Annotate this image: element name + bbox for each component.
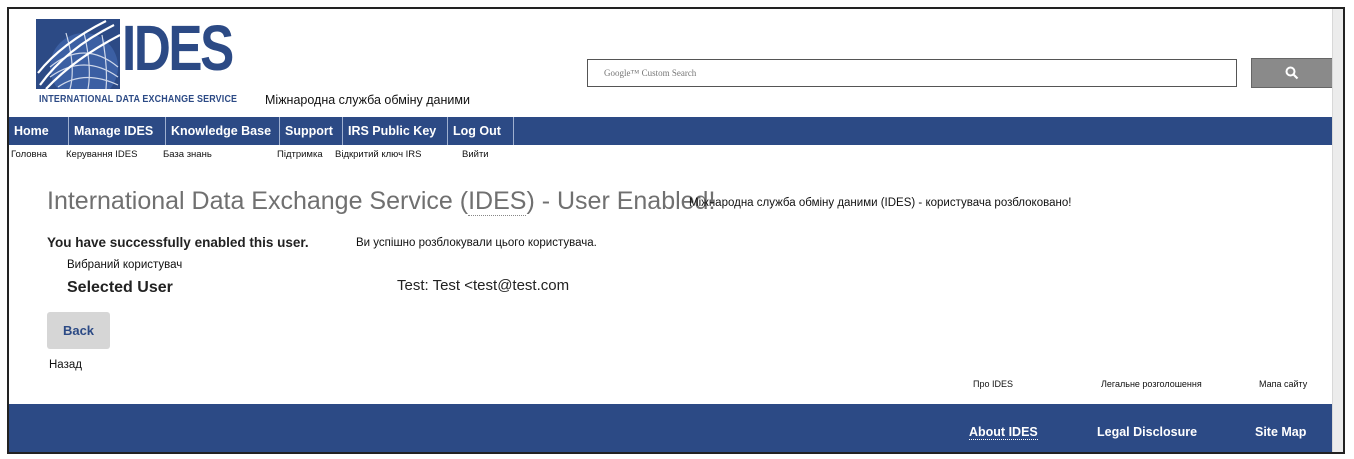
page-title-suffix: ) - User Enabled!	[526, 187, 716, 215]
success-message: You have successfully enabled this user.	[47, 235, 309, 250]
nav-irs-public-key-translation: Відкритий ключ IRS	[335, 149, 422, 160]
selected-user-label: Selected User	[67, 279, 173, 296]
nav-manage-ides-translation: Керування IDES	[66, 149, 138, 160]
browser-frame: IDES INTERNATIONAL DATA EXCHANGE SERVICE…	[7, 7, 1345, 454]
nav-knowledge-base[interactable]: Knowledge Base	[166, 117, 280, 145]
nav-manage-ides[interactable]: Manage IDES	[69, 117, 166, 145]
nav-irs-public-key[interactable]: IRS Public Key	[343, 117, 448, 145]
nav-home[interactable]: Home	[9, 117, 69, 145]
search-input[interactable]: Google™ Custom Search	[587, 59, 1237, 87]
page-title-prefix: International Data Exchange Service (	[47, 187, 469, 215]
footer-link-about-ides[interactable]: About IDES	[969, 425, 1038, 440]
back-button[interactable]: Back	[47, 312, 110, 349]
footer-legal-translation: Легальне розголошення	[1101, 379, 1202, 389]
main-nav: Home Manage IDES Knowledge Base Support …	[9, 117, 1335, 145]
search-icon	[1285, 66, 1299, 80]
success-message-translation: Ви успішно розблокували цього користувач…	[356, 237, 597, 249]
page-title-abbr: IDES	[468, 187, 527, 216]
logo-wordmark: IDES	[122, 12, 234, 84]
selected-user-value: Test: Test <test@test.com	[397, 277, 570, 294]
nav-support[interactable]: Support	[280, 117, 343, 145]
search-placeholder: Google™ Custom Search	[604, 68, 697, 78]
page-title: International Data Exchange Service (IDE…	[47, 187, 715, 216]
logo-tagline: INTERNATIONAL DATA EXCHANGE SERVICE	[39, 93, 238, 105]
nav-log-out-translation: Вийти	[462, 149, 489, 160]
search-button[interactable]	[1251, 58, 1333, 88]
nav-log-out[interactable]: Log Out	[448, 117, 514, 145]
footer-sitemap-translation: Мапа сайту	[1259, 379, 1308, 389]
selected-user-label-translation: Вибраний користувач	[67, 259, 183, 271]
ides-logo[interactable]: IDES INTERNATIONAL DATA EXCHANGE SERVICE	[36, 12, 256, 109]
vertical-scrollbar[interactable]	[1332, 9, 1343, 452]
logo-tagline-translation: Міжнародна служба обміну даними	[265, 93, 470, 107]
page-title-translation: Міжнародна служба обміну даними (IDES) -…	[689, 197, 1072, 209]
nav-home-translation: Головна	[11, 149, 48, 160]
footer-about-translation: Про IDES	[973, 379, 1013, 389]
footer-link-legal-disclosure[interactable]: Legal Disclosure	[1097, 425, 1197, 439]
footer-link-site-map[interactable]: Site Map	[1255, 425, 1306, 439]
globe-logo-icon	[36, 19, 120, 89]
back-button-translation: Назад	[49, 359, 82, 371]
nav-support-translation: Підтримка	[277, 149, 323, 160]
nav-knowledge-base-translation: База знань	[163, 149, 212, 160]
